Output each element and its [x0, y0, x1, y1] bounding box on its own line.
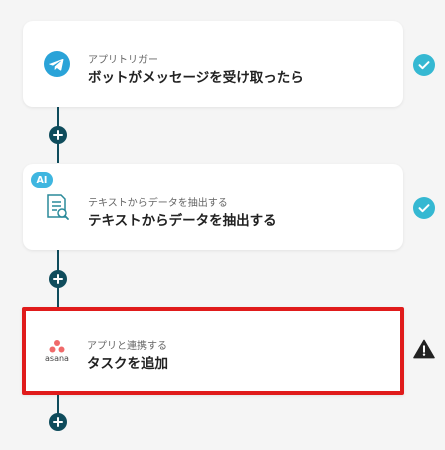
warning-icon — [413, 338, 435, 360]
add-step-button[interactable] — [49, 126, 67, 144]
add-step-button[interactable] — [49, 270, 67, 288]
step-title: テキストからデータを抽出する — [88, 213, 277, 229]
step-card-telegram-trigger[interactable]: アプリトリガー ボットがメッセージを受け取ったら — [23, 21, 403, 107]
step-card-asana-add-task[interactable]: asana アプリと連携する タスクを追加 — [22, 307, 404, 395]
plus-icon — [53, 417, 63, 427]
telegram-icon — [43, 50, 71, 78]
step-type-label: アプリと連携する — [87, 341, 167, 352]
asana-logo-text: asana — [45, 354, 69, 363]
asana-icon: asana — [41, 334, 73, 368]
step-card-ai-extract[interactable]: テキストからデータを抽出する テキストからデータを抽出する — [23, 164, 403, 250]
plus-icon — [53, 274, 63, 284]
add-step-button[interactable] — [49, 413, 67, 431]
step-title: ボットがメッセージを受け取ったら — [88, 70, 304, 86]
completed-check-icon — [413, 54, 435, 76]
step-title: タスクを追加 — [87, 356, 168, 372]
ai-badge: AI — [31, 172, 53, 188]
step-type-label: アプリトリガー — [88, 55, 158, 66]
completed-check-icon — [413, 197, 435, 219]
plus-icon — [53, 130, 63, 140]
step-type-label: テキストからデータを抽出する — [88, 198, 228, 209]
ocr-document-icon — [43, 193, 71, 221]
